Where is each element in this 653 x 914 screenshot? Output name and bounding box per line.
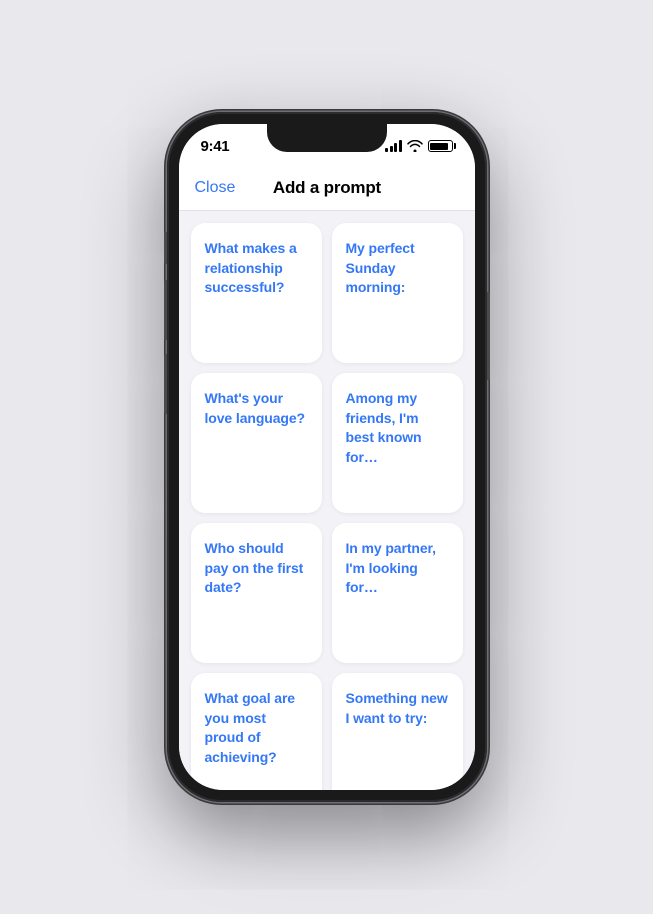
- prompt-text-3: What's your love language?: [205, 389, 308, 428]
- page-title: Add a prompt: [273, 178, 381, 198]
- volume-up-button[interactable]: [164, 280, 167, 340]
- notch: [267, 124, 387, 152]
- prompts-content: What makes a relationship successful? My …: [179, 211, 475, 790]
- prompt-card-1[interactable]: What makes a relationship successful?: [191, 223, 322, 363]
- battery-icon: [428, 140, 453, 152]
- prompt-text-6: In my partner, I'm looking for…: [346, 539, 449, 598]
- signal-icon: [385, 140, 402, 152]
- navigation-bar: Close Add a prompt: [179, 168, 475, 211]
- power-button[interactable]: [487, 292, 490, 380]
- prompt-card-2[interactable]: My perfect Sunday morning:: [332, 223, 463, 363]
- prompt-card-7[interactable]: What goal are you most proud of achievin…: [191, 673, 322, 790]
- wifi-icon: [407, 140, 423, 152]
- prompt-text-7: What goal are you most proud of achievin…: [205, 689, 308, 767]
- volume-down-button[interactable]: [164, 354, 167, 414]
- phone-screen: 9:41 Close Add a prompt: [179, 124, 475, 790]
- prompt-card-3[interactable]: What's your love language?: [191, 373, 322, 513]
- status-bar: 9:41: [179, 124, 475, 168]
- prompt-text-2: My perfect Sunday morning:: [346, 239, 449, 298]
- prompt-text-8: Something new I want to try:: [346, 689, 449, 728]
- prompt-text-4: Among my friends, I'm best known for…: [346, 389, 449, 467]
- prompt-text-5: Who should pay on the first date?: [205, 539, 308, 598]
- prompts-grid: What makes a relationship successful? My …: [191, 223, 463, 790]
- status-time: 9:41: [201, 138, 230, 155]
- status-icons: [385, 140, 453, 152]
- phone-frame: 9:41 Close Add a prompt: [167, 112, 487, 802]
- close-button[interactable]: Close: [195, 179, 236, 197]
- prompt-text-1: What makes a relationship successful?: [205, 239, 308, 298]
- prompt-card-6[interactable]: In my partner, I'm looking for…: [332, 523, 463, 663]
- prompt-card-4[interactable]: Among my friends, I'm best known for…: [332, 373, 463, 513]
- prompt-card-5[interactable]: Who should pay on the first date?: [191, 523, 322, 663]
- mute-button[interactable]: [164, 232, 167, 264]
- prompt-card-8[interactable]: Something new I want to try:: [332, 673, 463, 790]
